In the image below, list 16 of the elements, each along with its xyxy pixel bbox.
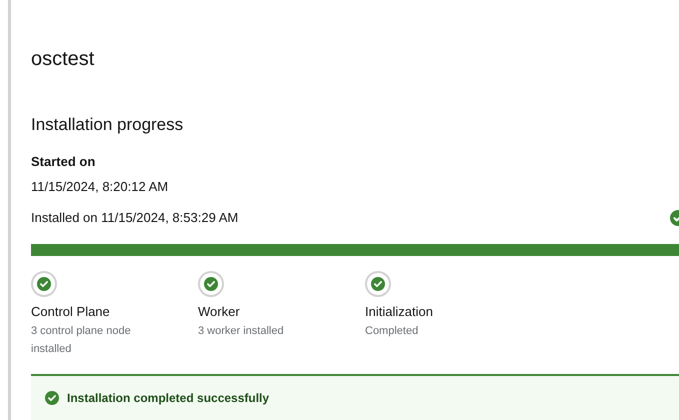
check-icon	[204, 276, 218, 291]
alert-message: Installation completed successfully	[67, 390, 270, 407]
section-title: Installation progress	[31, 114, 184, 136]
check-icon	[371, 276, 385, 291]
check-icon	[37, 276, 51, 291]
step-detail: Completed	[365, 324, 420, 339]
cluster-title: osctest	[31, 47, 94, 72]
step-name: Worker	[198, 302, 240, 321]
installed-date: Installed on 11/15/2024, 8:53:29 AM	[31, 209, 238, 227]
started-date: 11/15/2024, 8:20:12 AM	[31, 178, 168, 196]
step-detail: 3 worker installed	[198, 324, 285, 339]
step-detail: 3 control plane node installed	[31, 324, 132, 357]
step-name: Control Plane	[31, 302, 110, 321]
started-label: Started on	[31, 153, 96, 171]
step-name: Initialization	[365, 302, 433, 321]
check-icon	[45, 390, 59, 405]
